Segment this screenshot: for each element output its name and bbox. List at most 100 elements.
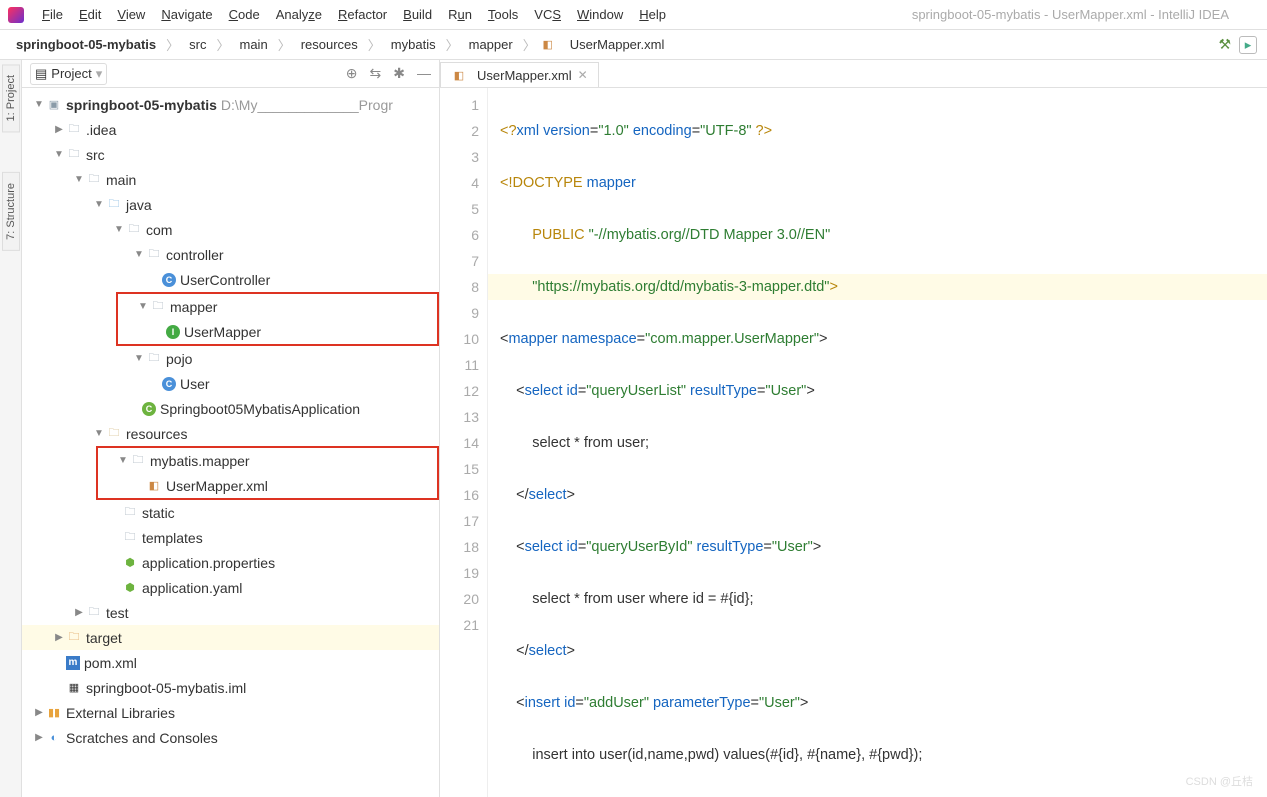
crumb-file[interactable]: UserMapper.xml xyxy=(564,35,671,54)
tree-resources[interactable]: ▼🗀resources xyxy=(22,421,439,446)
tree-idea[interactable]: ▶🗀.idea xyxy=(22,117,439,142)
tree-usermapper[interactable]: IUserMapper xyxy=(118,319,437,344)
menu-tools[interactable]: Tools xyxy=(480,3,526,26)
breadcrumb: springboot-05-mybatis〉 src〉 main〉 resour… xyxy=(10,35,670,54)
code-content[interactable]: <?xml version="1.0" encoding="UTF-8" ?> … xyxy=(488,88,1267,797)
watermark: CSDN @丘桔 xyxy=(1186,773,1253,789)
chevron-down-icon[interactable]: ▼ xyxy=(92,199,106,210)
crumb-src[interactable]: src xyxy=(183,35,212,54)
menu-window[interactable]: Window xyxy=(569,3,631,26)
crumb-mybatis[interactable]: mybatis xyxy=(385,35,442,54)
navbar: springboot-05-mybatis〉 src〉 main〉 resour… xyxy=(0,30,1267,60)
tree-main[interactable]: ▼🗀main xyxy=(22,167,439,192)
folder-icon: 🗀 xyxy=(130,453,146,469)
xml-icon: ◧ xyxy=(540,37,556,53)
tree-controller[interactable]: ▼🗀controller xyxy=(22,242,439,267)
folder-icon: 🗀 xyxy=(86,605,102,621)
chevron-down-icon[interactable]: ▼ xyxy=(32,99,46,110)
tree-user[interactable]: CUser xyxy=(22,371,439,396)
gutter: 123456789101112131415161718192021 xyxy=(440,88,488,797)
chevron-down-icon[interactable]: ▼ xyxy=(72,174,86,185)
tree-src[interactable]: ▼🗀src xyxy=(22,142,439,167)
tree-scratches[interactable]: ▶◐Scratches and Consoles xyxy=(22,725,439,750)
tree-app-props[interactable]: ⬢application.properties xyxy=(22,550,439,575)
panel-view-selector[interactable]: ▤ Project ▾ xyxy=(30,63,107,85)
tree-java[interactable]: ▼🗀java xyxy=(22,192,439,217)
dropdown-icon: ▾ xyxy=(96,66,103,82)
crumb-mapper[interactable]: mapper xyxy=(463,35,519,54)
settings-icon[interactable]: ✱ xyxy=(393,65,405,82)
chevron-right-icon[interactable]: ▶ xyxy=(72,607,86,618)
class-icon: C xyxy=(162,377,176,391)
menu-analyze[interactable]: Analyze xyxy=(268,3,330,26)
xml-icon: ◧ xyxy=(146,478,162,494)
hide-icon[interactable]: — xyxy=(417,65,431,82)
folder-icon: 🗀 xyxy=(86,172,102,188)
editor-tab-usermapper[interactable]: ◧ UserMapper.xml ✕ xyxy=(440,62,599,87)
tool-tab-project[interactable]: 1: Project xyxy=(2,64,20,132)
tree-templates[interactable]: 🗀templates xyxy=(22,525,439,550)
tree-mapper[interactable]: ▼🗀mapper xyxy=(118,294,437,319)
menu-run[interactable]: Run xyxy=(440,3,480,26)
tree-usermapper-xml[interactable]: ◧UserMapper.xml xyxy=(98,473,437,498)
close-icon[interactable]: ✕ xyxy=(578,68,588,82)
module-icon: ▣ xyxy=(46,97,62,113)
chevron-down-icon[interactable]: ▼ xyxy=(112,224,126,235)
menu-refactor[interactable]: Refactor xyxy=(330,3,395,26)
tree-pojo[interactable]: ▼🗀pojo xyxy=(22,346,439,371)
tree-path: D:\My_____________Progr xyxy=(221,97,393,113)
menu-navigate[interactable]: Navigate xyxy=(153,3,220,26)
tool-tab-structure[interactable]: 7: Structure xyxy=(2,172,20,251)
tree-app-yaml[interactable]: ⬢application.yaml xyxy=(22,575,439,600)
xml-icon: ◧ xyxy=(451,67,467,83)
chevron-down-icon[interactable]: ▼ xyxy=(52,149,66,160)
class-icon: C xyxy=(162,273,176,287)
tree-usercontroller[interactable]: CUserController xyxy=(22,267,439,292)
menu-view[interactable]: View xyxy=(109,3,153,26)
menu-code[interactable]: Code xyxy=(221,3,268,26)
editor-tabs: ◧ UserMapper.xml ✕ xyxy=(440,60,1267,88)
crumb-root[interactable]: springboot-05-mybatis xyxy=(10,35,162,54)
chevron-right-icon[interactable]: ▶ xyxy=(32,732,46,743)
chevron-down-icon[interactable]: ▼ xyxy=(132,353,146,364)
tree-com[interactable]: ▼🗀com xyxy=(22,217,439,242)
menu-build[interactable]: Build xyxy=(395,3,440,26)
expand-icon[interactable]: ⇆ xyxy=(370,65,382,82)
panel-title: Project xyxy=(51,66,91,81)
resources-folder-icon: 🗀 xyxy=(106,426,122,442)
chevron-right-icon[interactable]: ▶ xyxy=(52,124,66,135)
tree-test[interactable]: ▶🗀test xyxy=(22,600,439,625)
tree-root[interactable]: ▼ ▣ springboot-05-mybatis D:\My_________… xyxy=(22,92,439,117)
tree-iml[interactable]: ▦springboot-05-mybatis.iml xyxy=(22,675,439,700)
tree-pom[interactable]: mpom.xml xyxy=(22,650,439,675)
package-icon: 🗀 xyxy=(150,299,166,315)
build-icon[interactable]: ⚒ xyxy=(1218,36,1231,53)
chevron-down-icon[interactable]: ▼ xyxy=(136,301,150,312)
tree-static[interactable]: 🗀static xyxy=(22,500,439,525)
menu-edit[interactable]: Edit xyxy=(71,3,109,26)
chevron-down-icon[interactable]: ▼ xyxy=(132,249,146,260)
tree-target[interactable]: ▶🗀target xyxy=(22,625,439,650)
run-config-icon[interactable]: ▸ xyxy=(1239,36,1257,54)
menu-help[interactable]: Help xyxy=(631,3,674,26)
package-icon: 🗀 xyxy=(146,247,162,263)
folder-icon: 🗀 xyxy=(122,530,138,546)
chevron-down-icon[interactable]: ▼ xyxy=(92,428,106,439)
editor-body[interactable]: 123456789101112131415161718192021 <?xml … xyxy=(440,88,1267,797)
chevron-right-icon[interactable]: ▶ xyxy=(52,632,66,643)
crumb-main[interactable]: main xyxy=(234,35,274,54)
menu-vcs[interactable]: VCS xyxy=(526,3,569,26)
interface-icon: I xyxy=(166,325,180,339)
crumb-resources[interactable]: resources xyxy=(295,35,364,54)
tree-mybatis-mapper[interactable]: ▼🗀mybatis.mapper xyxy=(98,448,437,473)
locate-icon[interactable]: ⊕ xyxy=(346,65,358,82)
menu-file[interactable]: File xyxy=(34,3,71,26)
tree-app[interactable]: CSpringboot05MybatisApplication xyxy=(22,396,439,421)
project-view-icon: ▤ xyxy=(35,66,47,82)
tab-label: UserMapper.xml xyxy=(477,68,572,83)
chevron-down-icon[interactable]: ▼ xyxy=(116,455,130,466)
editor-area: ◧ UserMapper.xml ✕ 123456789101112131415… xyxy=(440,60,1267,797)
tree-ext-lib[interactable]: ▶▮▮External Libraries xyxy=(22,700,439,725)
project-tree[interactable]: ▼ ▣ springboot-05-mybatis D:\My_________… xyxy=(22,88,439,797)
chevron-right-icon[interactable]: ▶ xyxy=(32,707,46,718)
